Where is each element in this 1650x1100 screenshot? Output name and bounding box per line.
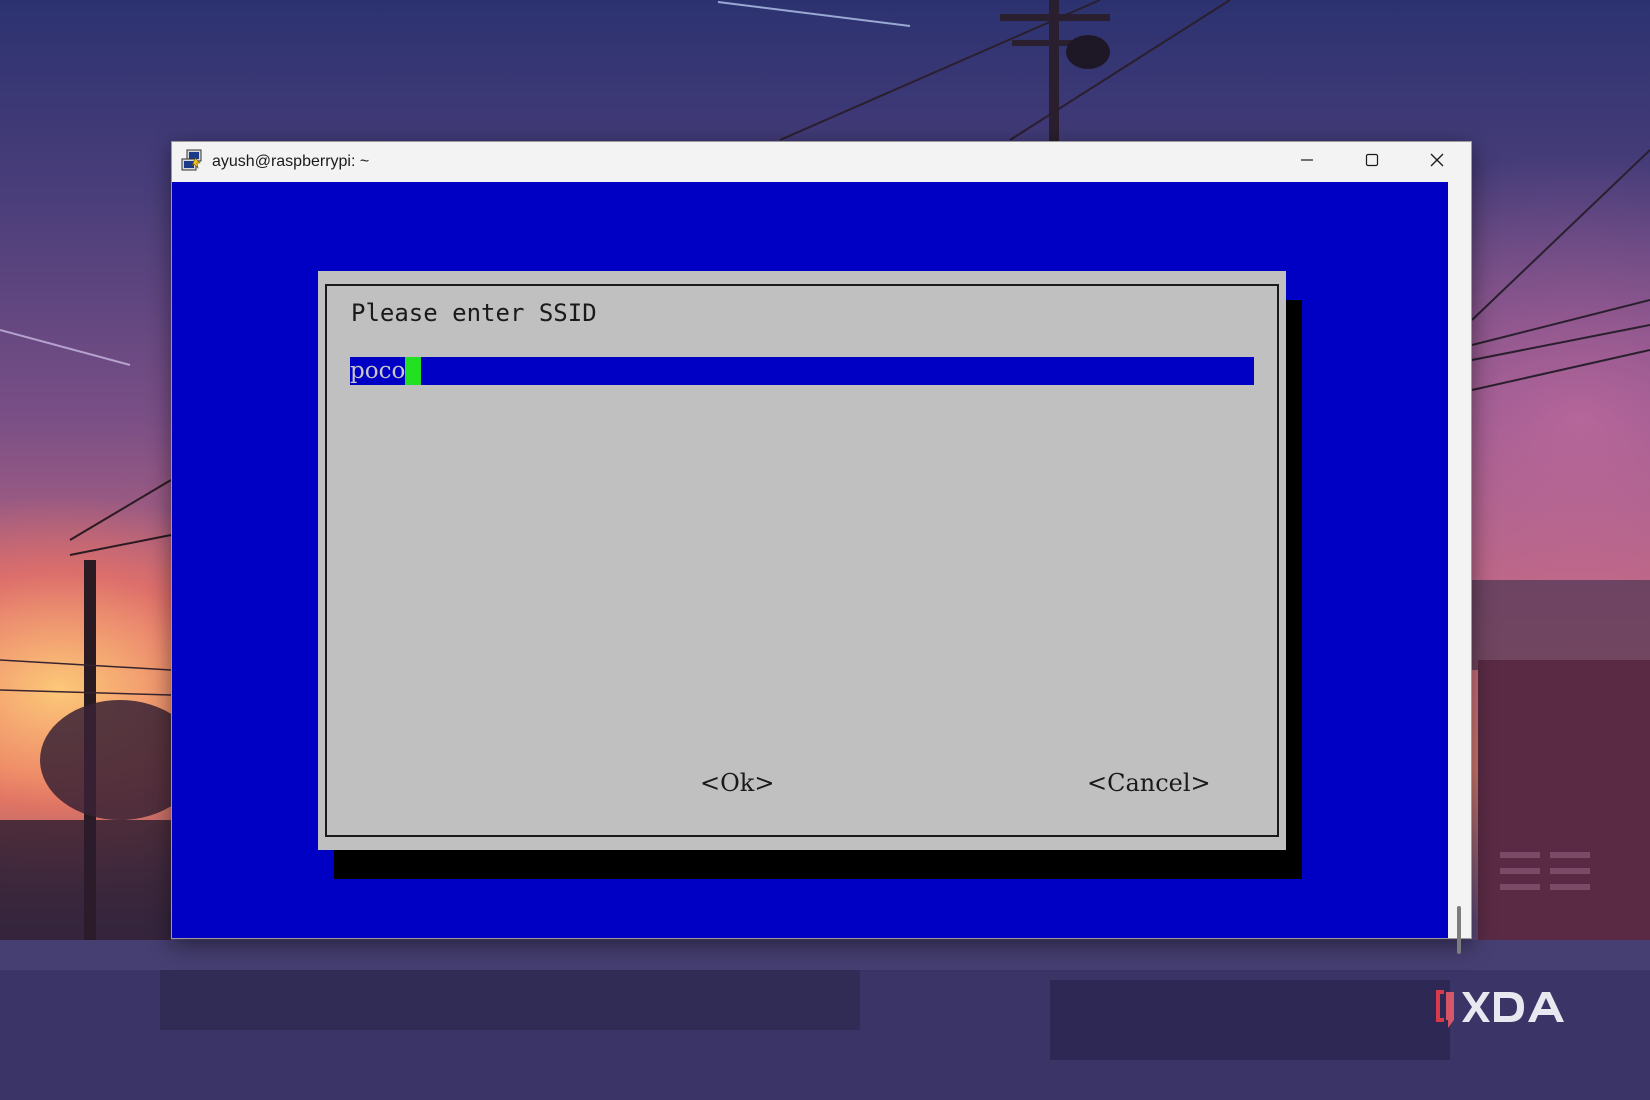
title-bar[interactable]: ayush@raspberrypi: ~ <box>172 142 1471 182</box>
ssid-input[interactable]: poco <box>350 357 1254 385</box>
ok-button[interactable]: <Ok> <box>700 769 774 797</box>
xda-watermark-logo <box>1432 984 1592 1032</box>
ssid-dialog: Please enter SSID poco <Ok> <Cancel> <box>318 271 1286 850</box>
close-button[interactable] <box>1406 142 1468 182</box>
minimize-icon <box>1300 153 1314 172</box>
text-cursor <box>405 357 422 385</box>
window-title: ayush@raspberrypi: ~ <box>212 153 370 170</box>
scrollbar-track[interactable] <box>1448 182 1471 954</box>
cancel-button[interactable]: <Cancel> <box>1087 769 1211 797</box>
scrollbar-thumb[interactable] <box>1457 906 1461 954</box>
maximize-button[interactable] <box>1341 142 1403 182</box>
close-icon <box>1430 153 1444 172</box>
ssid-input-value: poco <box>350 358 406 384</box>
terminal-screen[interactable]: Please enter SSID poco <Ok> <Cancel> <box>172 182 1448 938</box>
minimize-button[interactable] <box>1276 142 1338 182</box>
dialog-prompt: Please enter SSID <box>351 299 597 327</box>
maximize-icon <box>1365 153 1379 172</box>
putty-terminal-icon[interactable] <box>181 149 205 173</box>
terminal-window: ayush@raspberrypi: ~ Please enter SSID p… <box>171 141 1472 954</box>
